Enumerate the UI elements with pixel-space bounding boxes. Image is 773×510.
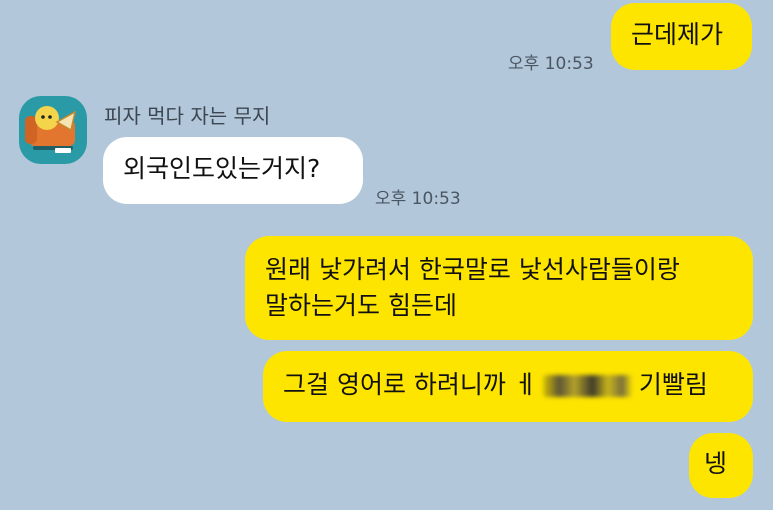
sender-name: 피자 먹다 자는 무지	[104, 104, 271, 128]
incoming-message-bubble[interactable]: 외국인도있는거지?	[103, 137, 363, 204]
message-text: 근데제가	[631, 20, 724, 49]
outgoing-message-bubble[interactable]: 원래 낯가려서 한국말로 낯선사람들이랑 말하는거도 힘든데	[245, 236, 753, 340]
message-timestamp: 오후 10:53	[375, 189, 461, 209]
muzi-pizza-avatar-icon	[25, 106, 77, 153]
message-text: 그걸 영어로 하려니까 ㅔ	[283, 370, 537, 399]
outgoing-message-bubble[interactable]: 근데제가	[611, 3, 752, 70]
message-timestamp: 오후 10:53	[508, 54, 594, 74]
message-text-line: 원래 낯가려서 한국말로 낯선사람들이랑	[265, 255, 680, 284]
outgoing-message-bubble[interactable]: 넹	[689, 433, 753, 498]
message-text: 넹	[704, 449, 728, 478]
message-text: 기빨림	[638, 370, 708, 399]
sender-avatar[interactable]	[19, 96, 87, 164]
message-text-line: 말하는거도 힘든데	[265, 291, 457, 320]
message-text: 외국인도있는거지?	[123, 154, 321, 183]
outgoing-message-bubble[interactable]: 그걸 영어로 하려니까 ㅔ 기빨림	[263, 351, 753, 422]
redacted-text-mosaic	[542, 375, 633, 397]
